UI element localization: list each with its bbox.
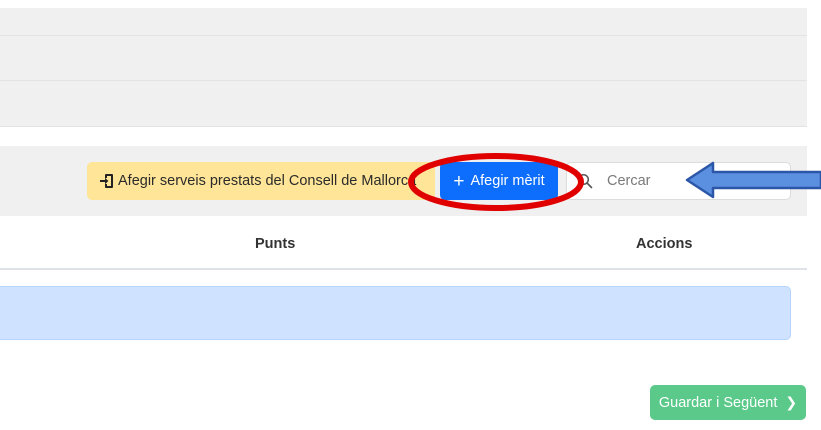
form-row	[0, 36, 807, 81]
table-header-divider	[0, 268, 807, 270]
search-icon	[577, 173, 593, 189]
form-row	[0, 81, 807, 127]
add-services-button[interactable]: Afegir serveis prestats del Consell de M…	[87, 162, 435, 200]
column-header-punts[interactable]: Punts	[255, 236, 295, 252]
search-input[interactable]	[605, 172, 769, 190]
save-next-button[interactable]: Guardar i Següent ❯	[650, 385, 806, 420]
plus-icon: +	[453, 170, 465, 192]
add-merit-button[interactable]: + Afegir mèrit	[440, 162, 558, 200]
save-next-label: Guardar i Següent	[658, 394, 778, 411]
add-services-label: Afegir serveis prestats del Consell de M…	[118, 173, 417, 189]
column-header-accions: Accions	[636, 236, 693, 252]
file-import-icon	[100, 174, 113, 188]
info-alert	[0, 286, 791, 340]
search-box[interactable]	[566, 162, 791, 200]
chevron-right-icon: ❯	[785, 394, 798, 410]
form-row	[0, 8, 807, 36]
add-merit-label: Afegir mèrit	[470, 173, 545, 189]
